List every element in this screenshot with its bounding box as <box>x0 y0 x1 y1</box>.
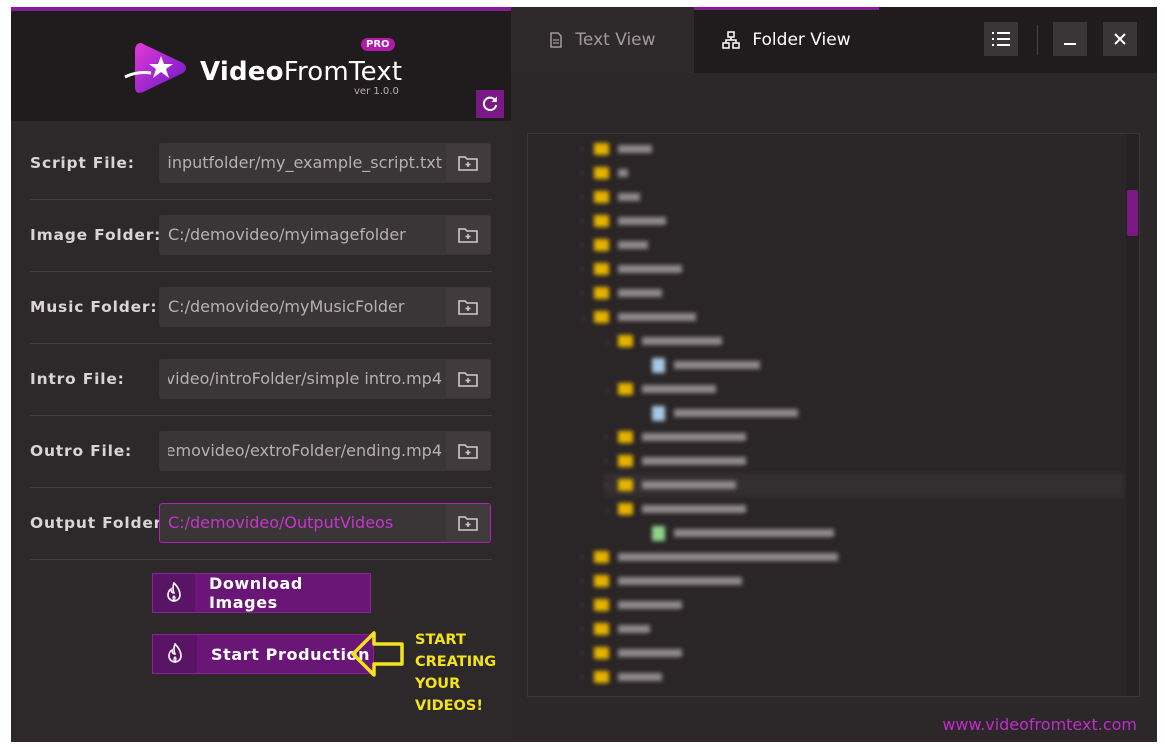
tree-row[interactable]: › <box>580 545 900 569</box>
arrow-left-icon <box>351 631 404 677</box>
intro-file-field[interactable]: C:/demovideo/introFolder/simple intro.mp… <box>159 359 491 399</box>
browse-button[interactable] <box>446 216 490 254</box>
tree-row[interactable]: › <box>580 617 880 641</box>
tree-row[interactable]: › <box>580 257 880 281</box>
toolbar-divider <box>1037 25 1038 55</box>
field-value: C:/demovideo/inputfolder/my_example_scri… <box>168 153 442 172</box>
field-label: Intro File: <box>30 370 125 388</box>
tree-row[interactable] <box>652 521 952 545</box>
field-label: Music Folder: <box>30 298 158 316</box>
menu-button[interactable] <box>984 22 1018 56</box>
brand-header: VideoFromText PRO ver 1.0.0 <box>11 11 511 121</box>
tree-scrollbar[interactable] <box>1126 134 1139 696</box>
script-file-row: Script File: C:/demovideo/inputfolder/my… <box>30 128 492 200</box>
tree-row[interactable]: › <box>580 161 880 185</box>
tree-row[interactable] <box>652 401 952 425</box>
folder-add-icon <box>458 228 478 243</box>
field-value: C:/demovideo/extroFolder/ending.mp4 <box>168 441 442 460</box>
field-label: Outro File: <box>30 442 133 460</box>
tree-row[interactable]: › <box>580 665 880 689</box>
output-folder-field[interactable]: C:/demovideo/OutputVideos <box>159 503 491 543</box>
tree-row[interactable]: › <box>580 641 880 665</box>
tree-row[interactable]: › <box>580 209 880 233</box>
refresh-button[interactable] <box>476 90 504 118</box>
browse-button[interactable] <box>446 144 490 182</box>
close-button[interactable] <box>1103 22 1137 56</box>
website-link[interactable]: www.videofromtext.com <box>942 715 1137 734</box>
download-images-label: Download Images <box>208 574 303 612</box>
tree-row[interactable]: › <box>580 281 880 305</box>
flame-icon <box>153 574 195 612</box>
field-value: C:/demovideo/myimagefolder <box>168 225 406 244</box>
pro-badge: PRO <box>361 38 395 51</box>
tree-row[interactable]: ⌄ <box>604 497 904 521</box>
field-value: C:/demovideo/myMusicFolder <box>168 297 405 316</box>
outro-file-row: Outro File: C:/demovideo/extroFolder/end… <box>30 416 492 488</box>
field-value: C:/demovideo/introFolder/simple intro.mp… <box>168 369 442 388</box>
browse-button[interactable] <box>446 288 490 326</box>
tree-row[interactable]: › <box>580 185 880 209</box>
refresh-icon <box>482 96 498 111</box>
tab-bar: Text View Folder View <box>511 7 1157 73</box>
app-window: VideoFromText PRO ver 1.0.0 Script File:… <box>11 7 1157 742</box>
scrollbar-thumb[interactable] <box>1127 190 1138 236</box>
close-icon <box>1114 33 1126 45</box>
sitemap-icon <box>722 31 741 49</box>
document-icon <box>549 32 563 48</box>
tab-text-view[interactable]: Text View <box>511 7 694 73</box>
minimize-icon <box>1064 43 1076 45</box>
tree-row[interactable]: › <box>604 425 904 449</box>
left-panel: VideoFromText PRO ver 1.0.0 Script File:… <box>11 7 511 742</box>
browse-button[interactable] <box>446 432 490 470</box>
folder-add-icon <box>458 300 478 315</box>
image-folder-field[interactable]: C:/demovideo/myimagefolder <box>159 215 491 255</box>
list-icon <box>992 32 1010 46</box>
minimize-button[interactable] <box>1053 22 1087 56</box>
tree-row[interactable]: › <box>604 449 904 473</box>
field-label: Output Folder: <box>30 514 170 532</box>
music-folder-row: Music Folder: C:/demovideo/myMusicFolder <box>30 272 492 344</box>
tab-label: Folder View <box>752 30 851 50</box>
tree-row[interactable]: › <box>580 569 880 593</box>
tree-row[interactable]: › <box>580 137 880 161</box>
intro-file-row: Intro File: C:/demovideo/introFolder/sim… <box>30 344 492 416</box>
logo-icon <box>124 43 186 93</box>
output-folder-row: Output Folder: C:/demovideo/OutputVideos <box>30 488 492 560</box>
row-divider <box>30 559 492 560</box>
tree-row[interactable]: › <box>580 233 880 257</box>
version-label: ver 1.0.0 <box>354 86 399 97</box>
outro-file-field[interactable]: C:/demovideo/extroFolder/ending.mp4 <box>159 431 491 471</box>
field-value: C:/demovideo/OutputVideos <box>168 513 394 532</box>
flame-icon <box>153 635 197 673</box>
start-production-label: Start Production <box>211 644 371 664</box>
folder-add-icon <box>458 444 478 459</box>
tree-row[interactable] <box>652 353 952 377</box>
browse-button[interactable] <box>446 360 490 398</box>
folder-tree[interactable]: › › › › › › › ⌄ ⌄ ⌄ › › › ⌄ › › › › › › <box>527 133 1140 697</box>
music-folder-field[interactable]: C:/demovideo/myMusicFolder <box>159 287 491 327</box>
right-panel: Text View Folder View › › › › › › › ⌄ ⌄ … <box>511 7 1157 742</box>
start-production-button[interactable]: Start Production <box>152 634 374 674</box>
tree-row[interactable]: › <box>604 473 1124 497</box>
folder-tree-blurred: › › › › › › › ⌄ ⌄ ⌄ › › › ⌄ › › › › › › <box>528 134 1124 696</box>
download-images-button[interactable]: Download Images <box>152 573 371 613</box>
folder-add-icon <box>458 156 478 171</box>
tab-label: Text View <box>575 30 656 50</box>
image-folder-row: Image Folder: C:/demovideo/myimagefolder <box>30 200 492 272</box>
folder-add-icon <box>458 372 478 387</box>
browse-button[interactable] <box>446 504 490 542</box>
callout-text: START CREATING YOUR VIDEOS! <box>415 632 497 714</box>
folder-add-icon <box>458 516 478 531</box>
script-file-field[interactable]: C:/demovideo/inputfolder/my_example_scri… <box>159 143 491 183</box>
brand-name: VideoFromText <box>200 57 403 87</box>
tab-folder-view[interactable]: Folder View <box>694 7 879 73</box>
tree-row[interactable]: › <box>580 593 880 617</box>
field-label: Image Folder: <box>30 226 162 244</box>
field-label: Script File: <box>30 154 135 172</box>
tree-row[interactable]: ⌄ <box>580 305 880 329</box>
tree-row[interactable]: ⌄ <box>604 377 904 401</box>
tree-row[interactable]: ⌄ <box>604 329 904 353</box>
